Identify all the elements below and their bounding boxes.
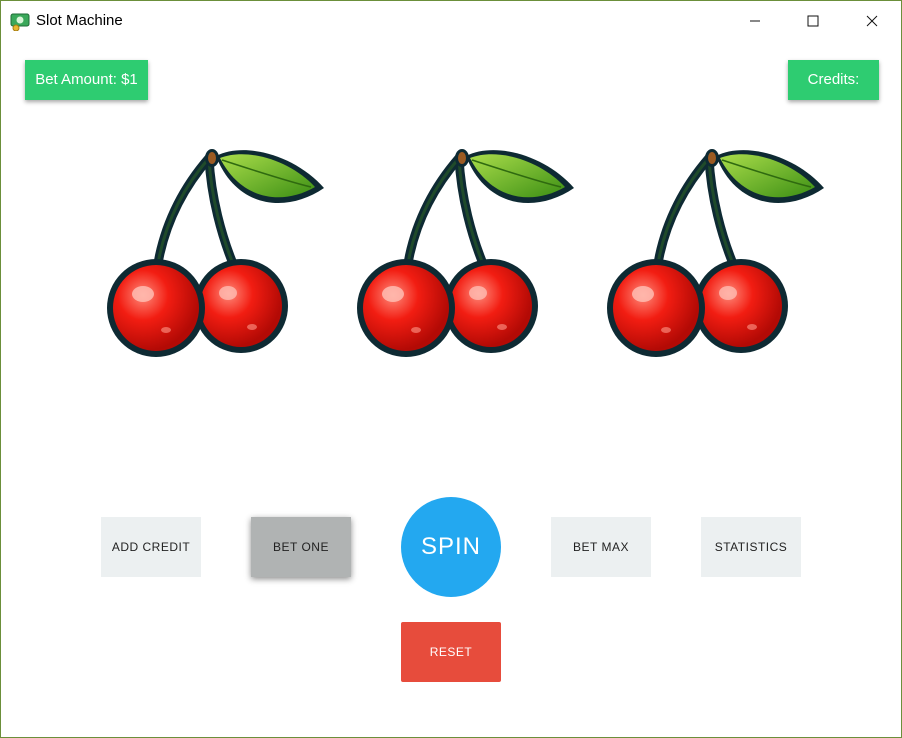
reel-3 bbox=[596, 136, 826, 366]
money-icon bbox=[10, 11, 30, 32]
reel-2 bbox=[346, 136, 576, 366]
reset-button[interactable]: RESET bbox=[401, 622, 501, 682]
close-button[interactable] bbox=[843, 1, 901, 41]
reel-1 bbox=[96, 136, 326, 366]
spin-button[interactable]: SPIN bbox=[401, 497, 501, 597]
cherry-icon bbox=[607, 149, 824, 357]
bet-amount-badge: Bet Amount: $1 bbox=[25, 60, 148, 100]
title-bar: Slot Machine bbox=[1, 1, 901, 41]
bet-one-button[interactable]: BET ONE bbox=[251, 517, 351, 577]
credits-badge: Credits: $9 bbox=[788, 60, 879, 128]
maximize-icon bbox=[807, 15, 819, 27]
statistics-button[interactable]: STATISTICS bbox=[701, 517, 801, 577]
minimize-button[interactable] bbox=[726, 1, 784, 41]
window-title: Slot Machine bbox=[36, 12, 123, 29]
cherry-icon bbox=[107, 149, 324, 357]
add-credit-button[interactable]: ADD CREDIT bbox=[101, 517, 201, 577]
maximize-button[interactable] bbox=[784, 1, 842, 41]
close-icon bbox=[866, 15, 878, 27]
window: Slot Machine Bet Amount: $1 Credits: $9 bbox=[0, 0, 902, 738]
bet-max-button[interactable]: BET MAX bbox=[551, 517, 651, 577]
cherry-icon bbox=[357, 149, 574, 357]
minimize-icon bbox=[750, 20, 760, 22]
